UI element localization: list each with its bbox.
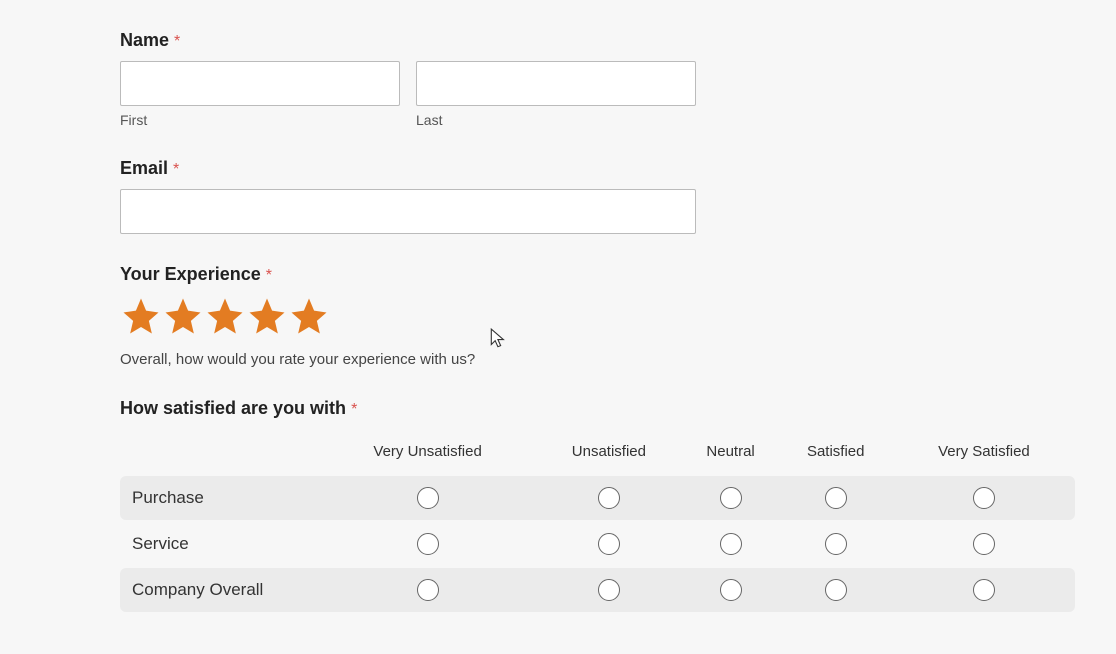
likert-col-header: Very Unsatisfied [320, 433, 535, 474]
star-rating[interactable] [120, 295, 1075, 337]
first-name-input[interactable] [120, 61, 400, 106]
likert-radio[interactable] [973, 579, 995, 601]
experience-label-text: Your Experience [120, 264, 261, 284]
experience-help-text: Overall, how would you rate your experie… [120, 351, 1075, 368]
likert-radio[interactable] [825, 533, 847, 555]
likert-radio[interactable] [598, 579, 620, 601]
email-input[interactable] [120, 189, 696, 234]
table-row: Service [120, 522, 1075, 566]
likert-radio[interactable] [720, 579, 742, 601]
likert-label: How satisfied are you with * [120, 398, 1075, 419]
table-row: Company Overall [120, 568, 1075, 612]
likert-label-text: How satisfied are you with [120, 398, 346, 418]
star-icon[interactable] [246, 295, 288, 337]
star-icon[interactable] [204, 295, 246, 337]
email-required-indicator: * [173, 161, 179, 178]
name-label-text: Name [120, 30, 169, 50]
experience-label: Your Experience * [120, 264, 1075, 285]
email-label-text: Email [120, 158, 168, 178]
last-name-input[interactable] [416, 61, 696, 106]
likert-row-label: Purchase [120, 476, 320, 520]
star-icon[interactable] [120, 295, 162, 337]
likert-required-indicator: * [351, 401, 357, 418]
likert-col-header: Unsatisfied [535, 433, 682, 474]
first-name-sublabel: First [120, 112, 400, 128]
last-name-sublabel: Last [416, 112, 696, 128]
star-icon[interactable] [288, 295, 330, 337]
likert-col-header: Neutral [683, 433, 779, 474]
likert-radio[interactable] [973, 533, 995, 555]
likert-radio[interactable] [973, 487, 995, 509]
likert-col-header: Satisfied [779, 433, 893, 474]
experience-required-indicator: * [266, 267, 272, 284]
email-label: Email * [120, 158, 1075, 179]
name-label: Name * [120, 30, 1075, 51]
table-row: Purchase [120, 476, 1075, 520]
likert-radio[interactable] [417, 579, 439, 601]
likert-radio[interactable] [825, 487, 847, 509]
likert-radio[interactable] [825, 579, 847, 601]
likert-radio[interactable] [598, 533, 620, 555]
likert-col-header: Very Satisfied [893, 433, 1075, 474]
likert-radio[interactable] [598, 487, 620, 509]
name-required-indicator: * [174, 33, 180, 50]
likert-radio[interactable] [720, 487, 742, 509]
likert-row-label: Service [120, 522, 320, 566]
likert-radio[interactable] [417, 533, 439, 555]
likert-radio[interactable] [417, 487, 439, 509]
star-icon[interactable] [162, 295, 204, 337]
likert-radio[interactable] [720, 533, 742, 555]
likert-row-label: Company Overall [120, 568, 320, 612]
likert-table: Very Unsatisfied Unsatisfied Neutral Sat… [120, 431, 1075, 614]
